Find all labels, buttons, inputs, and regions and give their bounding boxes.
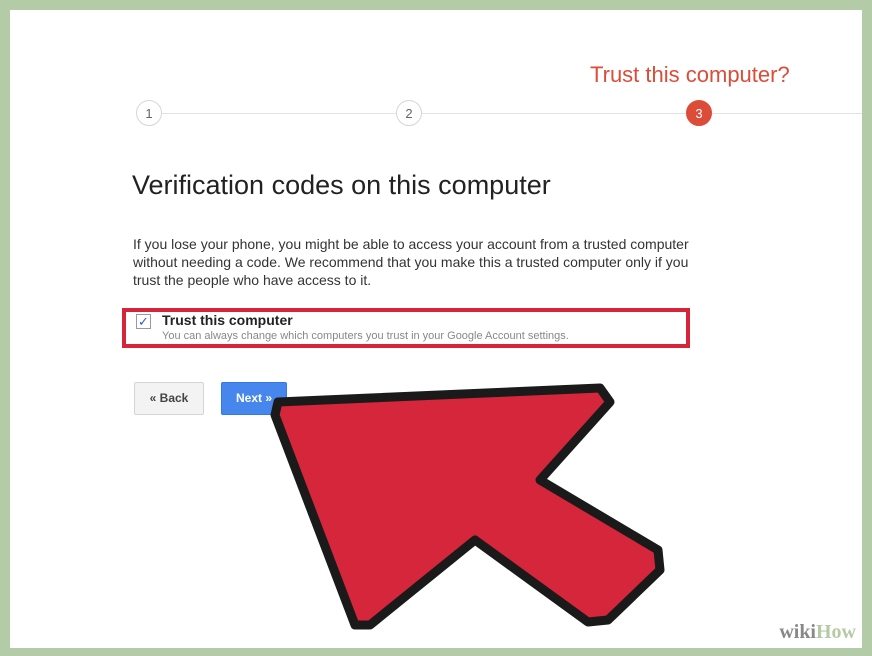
screenshot-frame: Trust this computer? 1 2 3 Verification …	[10, 10, 862, 648]
wikihow-watermark: wikiHow	[779, 621, 856, 643]
pointer-arrow-icon	[270, 383, 665, 630]
